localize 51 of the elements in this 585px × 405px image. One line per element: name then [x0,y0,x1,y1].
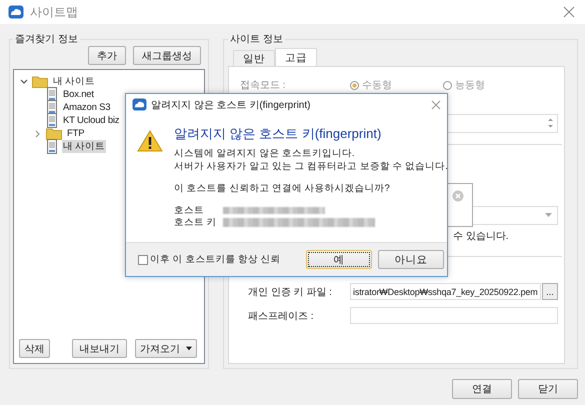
message-text: 시스템에 알려지지 않은 호스트키입니다. [174,147,356,160]
tab[interactable]: 일반 [233,50,275,66]
question-text: 이 호스트를 신뢰하고 연결에 사용하시겠습니까? [174,182,391,195]
dialog-title: 알려지지 않은 호스트 키(fingerprint) [151,98,310,112]
field-label: 호스트 [174,204,205,216]
toolbar-button[interactable]: 새그룹생성 [133,46,201,65]
spinner-arrows-icon[interactable] [547,117,554,129]
close-icon[interactable] [563,6,575,18]
chevron-icon[interactable] [20,78,28,86]
key-file-field[interactable]: istrator₩Desktop₩sshqa7_key_20250922.pem [350,283,541,300]
cloud-icon [132,98,147,111]
browse-button[interactable]: ... [542,283,558,300]
field-label: 패스프레이즈 : [247,310,315,322]
message-text: 서버가 사용자가 알고 있는 그 컴퓨터라고 보증할 수 없습니다. [174,160,448,173]
folder-icon [46,127,62,140]
tree-item[interactable]: Amazon S3 [62,102,112,113]
server-icon [46,113,58,128]
action-button[interactable]: 삭제 [19,339,50,358]
warning-icon [137,130,163,152]
dialog-button[interactable]: 연결 [452,379,512,399]
clear-icon[interactable] [452,190,464,202]
tree-item[interactable]: KT Ucloud biz [62,115,120,126]
caret-icon [545,213,552,217]
cloud-icon [8,5,24,19]
tree-item[interactable]: 내 사이트 [62,140,106,153]
dialog-button[interactable]: 예 [306,250,372,269]
passphrase-field[interactable] [350,307,558,324]
caret-icon [186,346,192,351]
folder-icon [32,75,48,88]
action-button[interactable]: 가져오기 [135,339,197,358]
field-label: 접속모드 : [240,79,287,92]
dialog-heading: 알려지지 않은 호스트 키(fingerprint) [174,125,382,143]
server-icon [46,100,58,115]
server-icon [46,139,58,154]
dialog-button[interactable]: 닫기 [518,379,578,399]
field-label: 호스트 키 [174,216,218,228]
toolbar-button[interactable]: 추가 [88,46,126,65]
tree-item[interactable]: FTP [66,128,86,139]
note-text: 수 있습니다. [453,230,509,243]
group-title: 사이트 정보 [229,33,284,46]
field-label: 개인 인증 키 파일 : [247,286,333,298]
group-title: 즐겨찾기 정보 [14,33,79,46]
tree-item[interactable]: 내 사이트 [52,75,96,88]
action-button[interactable]: 내보내기 [72,339,127,358]
close-icon[interactable] [431,100,441,110]
server-icon [46,87,58,102]
tab[interactable]: 고급 [275,48,317,66]
dialog-button[interactable]: 아니요 [378,250,444,269]
checkbox[interactable]: 이후 이 호스트키를 항상 신뢰 [138,253,281,266]
tree-item[interactable]: Box.net [62,89,95,100]
window-title: 사이트맵 [30,4,78,20]
